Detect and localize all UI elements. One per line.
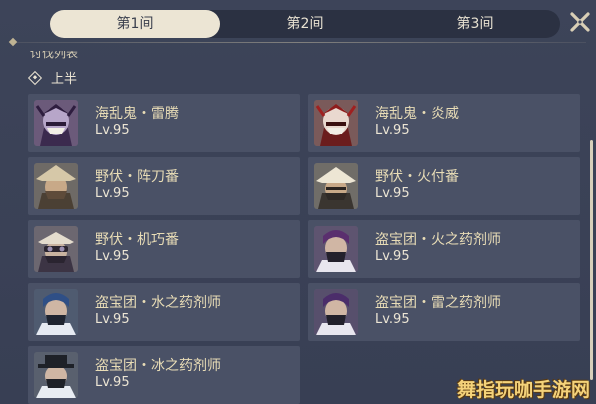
enemy-level: Lv.95 — [95, 312, 130, 327]
tab-floor-3[interactable]: 第3间 — [390, 10, 560, 38]
section-header: 上半 — [27, 68, 78, 87]
enemy-name: 盗宝团・水之药剂师 — [95, 295, 221, 311]
treasure-hoarder-portrait-icon — [314, 289, 358, 335]
enemy-level: Lv.95 — [375, 123, 410, 138]
enemy-name: 海乱鬼・雷腾 — [95, 106, 179, 122]
enemy-name: 海乱鬼・炎威 — [375, 106, 459, 122]
samurai-portrait-icon — [34, 100, 78, 146]
treasure-hoarder-portrait-icon — [34, 289, 78, 335]
enemy-card[interactable]: 野伏・机巧番 Lv.95 — [28, 220, 300, 278]
enemy-name: 盗宝团・冰之药剂师 — [95, 358, 221, 374]
enemy-name: 野伏・火付番 — [375, 169, 459, 185]
enemy-level: Lv.95 — [375, 249, 410, 264]
enemy-card[interactable]: 盗宝团・雷之药剂师 Lv.95 — [308, 283, 580, 341]
enemy-card[interactable]: 盗宝团・水之药剂师 Lv.95 — [28, 283, 300, 341]
enemy-card[interactable]: 海乱鬼・雷腾 Lv.95 — [28, 94, 300, 152]
ronin-portrait-icon — [314, 163, 358, 209]
tab-floor-1[interactable]: 第1间 — [50, 10, 220, 38]
header-divider — [10, 42, 586, 43]
enemy-card[interactable]: 盗宝团・冰之药剂师 Lv.95 — [28, 346, 300, 404]
enemy-level: Lv.95 — [95, 123, 130, 138]
enemy-level: Lv.95 — [95, 186, 130, 201]
enemy-card[interactable]: 盗宝团・火之药剂师 Lv.95 — [308, 220, 580, 278]
enemy-level: Lv.95 — [95, 375, 130, 390]
enemy-name: 盗宝团・雷之药剂师 — [375, 295, 501, 311]
enemy-card[interactable]: 野伏・阵刀番 Lv.95 — [28, 157, 300, 215]
enemy-level: Lv.95 — [95, 249, 130, 264]
section-label: 上半 — [51, 72, 78, 87]
samurai-portrait-icon — [314, 100, 358, 146]
tab-floor-2[interactable]: 第2间 — [220, 10, 390, 38]
enemy-level: Lv.95 — [375, 186, 410, 201]
diamond-icon — [27, 70, 43, 85]
enemy-name: 野伏・机巧番 — [95, 232, 179, 248]
enemy-name: 盗宝团・火之药剂师 — [375, 232, 501, 248]
enemy-name: 野伏・阵刀番 — [95, 169, 179, 185]
close-icon-glyph — [570, 12, 590, 32]
list-title: 讨伐列表 — [30, 46, 79, 60]
enemy-card[interactable]: 野伏・火付番 Lv.95 — [308, 157, 580, 215]
ronin-portrait-icon — [34, 226, 78, 272]
treasure-hoarder-portrait-icon — [314, 226, 358, 272]
treasure-hoarder-portrait-icon — [34, 352, 78, 398]
domain-list-screen: 第1间 第2间 第3间 讨伐列表 上半 海乱鬼・雷腾 Lv.95 海乱鬼・炎威 … — [0, 0, 596, 404]
floor-tab-bar: 第1间 第2间 第3间 — [50, 10, 560, 38]
enemy-level: Lv.95 — [375, 312, 410, 327]
scrollbar[interactable] — [590, 140, 593, 380]
enemy-card[interactable]: 海乱鬼・炎威 Lv.95 — [308, 94, 580, 152]
ronin-portrait-icon — [34, 163, 78, 209]
watermark-text: 舞指玩咖手游网 — [456, 379, 590, 401]
close-icon[interactable] — [566, 10, 594, 38]
